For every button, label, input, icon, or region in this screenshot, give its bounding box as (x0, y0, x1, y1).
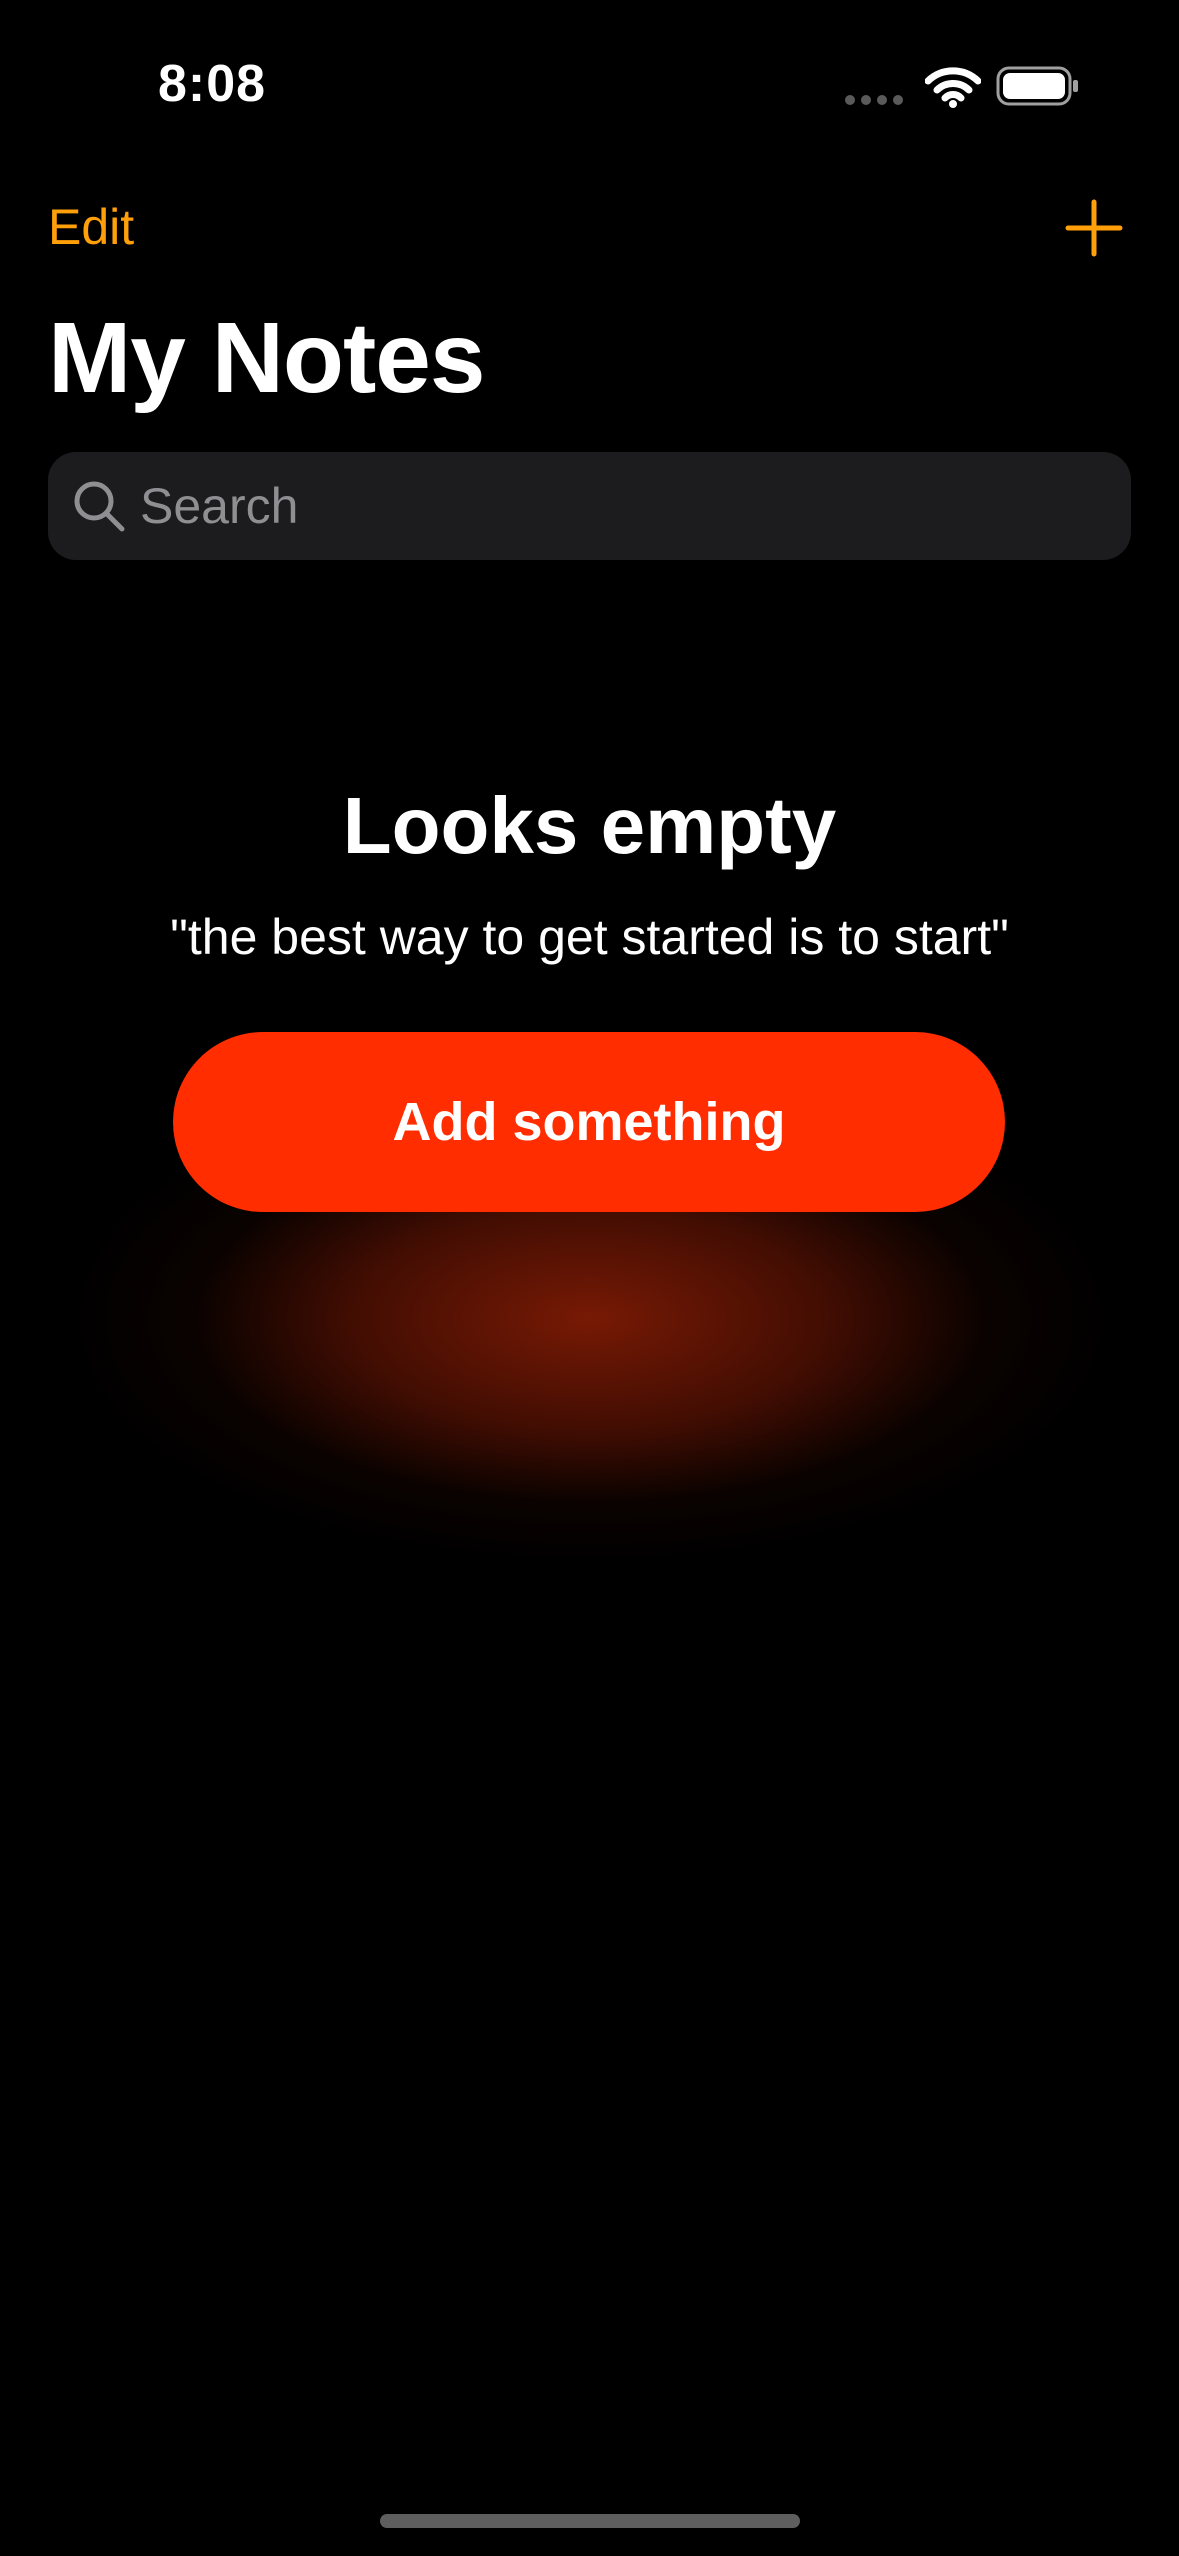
empty-state-title: Looks empty (342, 781, 837, 870)
page-title: My Notes (48, 302, 486, 414)
status-time: 8:08 (158, 55, 267, 113)
plus-icon[interactable] (1064, 198, 1124, 258)
home-indicator[interactable] (380, 2514, 800, 2528)
status-bar: 8:08 (0, 0, 1179, 150)
empty-state-quote: "the best way to get started is to start… (170, 909, 1009, 965)
magnifying-glass-icon (74, 481, 125, 532)
edit-button[interactable]: Edit (48, 198, 134, 256)
battery-icon (996, 66, 1078, 106)
wifi-icon (925, 67, 981, 108)
search-input[interactable] (140, 452, 1100, 560)
search-bar[interactable] (48, 452, 1131, 560)
signal-dots-icon (845, 95, 905, 105)
add-something-button[interactable]: Add something (173, 1032, 1005, 1212)
